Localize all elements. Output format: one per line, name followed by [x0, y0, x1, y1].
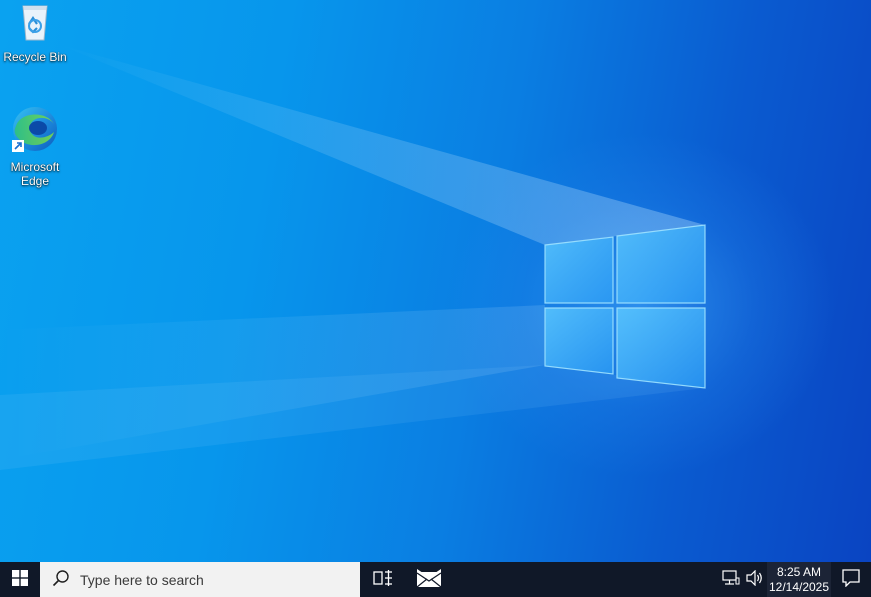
notification-button[interactable] [831, 562, 871, 597]
wallpaper [0, 45, 706, 470]
volume-icon [746, 569, 764, 590]
windows-logo-wallpaper [544, 224, 706, 389]
task-view-icon [373, 569, 393, 591]
clock-time: 8:25 AM [776, 564, 822, 579]
start-button[interactable] [0, 562, 40, 597]
mail-button[interactable] [406, 562, 452, 597]
clock[interactable]: 8:25 AM 12/14/2025 [767, 562, 831, 597]
search-icon [52, 569, 70, 591]
windows-logo-icon [12, 569, 28, 590]
edge-icon [0, 104, 70, 158]
desktop-icon-recycle-bin[interactable]: Recycle Bin [0, 0, 70, 64]
clock-date: 12/14/2025 [768, 579, 830, 594]
task-view-button[interactable] [360, 562, 406, 597]
volume-button[interactable] [743, 562, 767, 597]
light-beam-top [60, 45, 705, 245]
recycle-bin-icon [0, 0, 70, 48]
search-box[interactable]: Type here to search [40, 562, 360, 597]
desktop-icon-label: Microsoft Edge [10, 160, 60, 188]
notification-icon [842, 568, 860, 591]
mail-icon [416, 568, 442, 592]
desktop-icon-microsoft-edge[interactable]: Microsoft Edge [0, 104, 70, 188]
desktop-icon-label: Recycle Bin [3, 50, 67, 64]
network-button[interactable] [719, 562, 743, 597]
taskbar: Type here to search 8:25 AM 12/14/2025 [0, 562, 871, 597]
desktop[interactable]: Recycle Bin Microsoft Edge [0, 0, 871, 562]
network-icon [722, 569, 740, 590]
search-input[interactable]: Type here to search [80, 572, 204, 588]
